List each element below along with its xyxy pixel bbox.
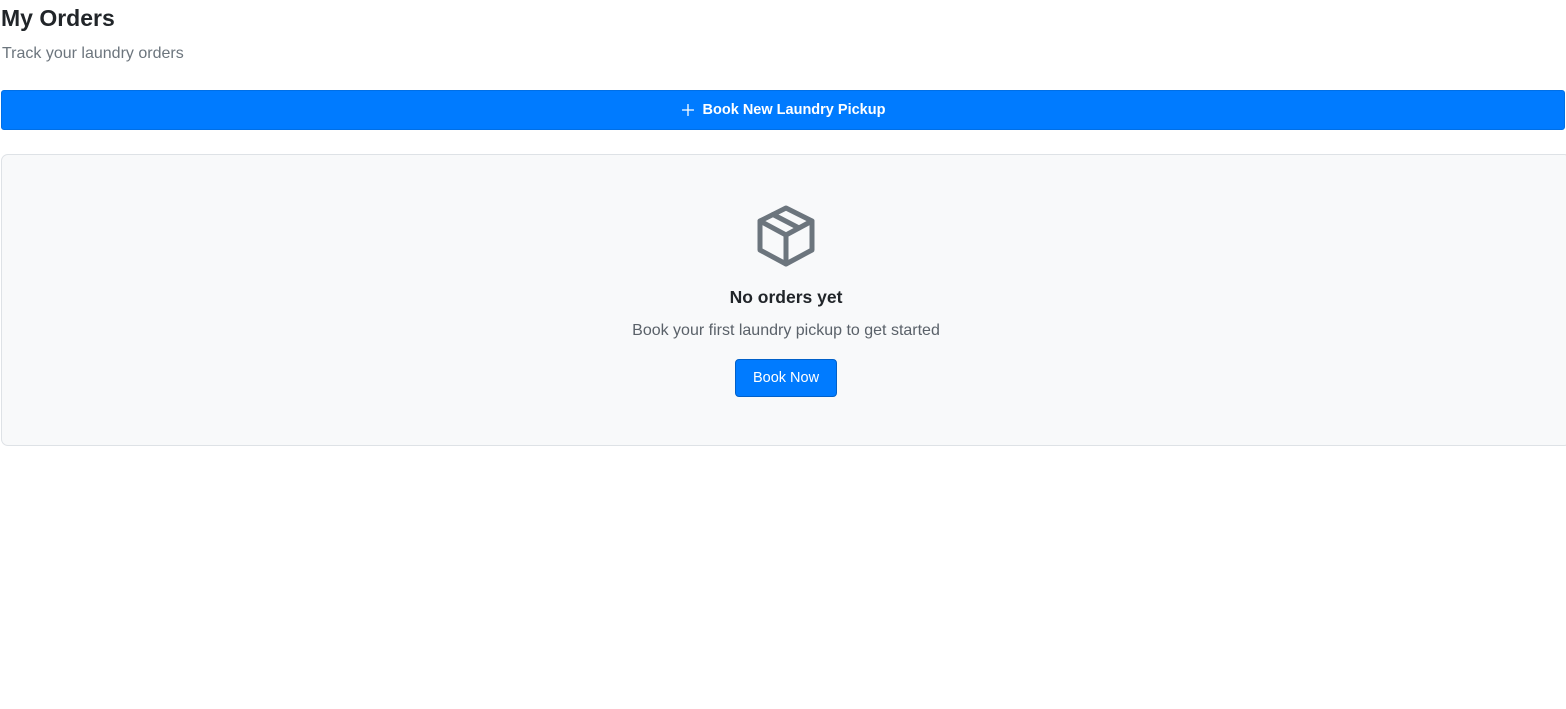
orders-page: My Orders Track your laundry orders Book… [0, 0, 1566, 709]
empty-state-title: No orders yet [729, 287, 843, 307]
package-box-icon [757, 205, 815, 267]
plus-icon [681, 103, 695, 117]
book-new-label: Book New Laundry Pickup [702, 102, 886, 118]
page-title: My Orders [1, 5, 115, 31]
book-new-laundry-pickup-button[interactable]: Book New Laundry Pickup [1, 90, 1565, 130]
page-subtitle: Track your laundry orders [2, 45, 184, 62]
book-now-button[interactable]: Book Now [735, 359, 837, 397]
empty-state-message: Book your first laundry pickup to get st… [632, 322, 940, 339]
